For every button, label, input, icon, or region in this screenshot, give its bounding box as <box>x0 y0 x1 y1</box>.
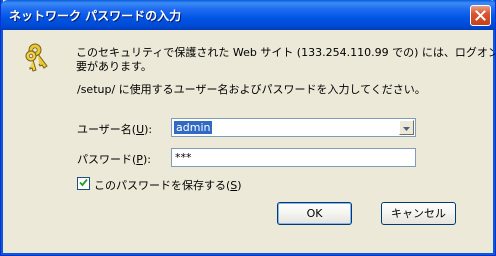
password-label: パスワード(P): <box>77 153 151 166</box>
password-dialog: ネットワーク パスワードの入力 このセキュリティで保護された Web サイト (… <box>0 0 496 256</box>
window-title: ネットワーク パスワードの入力 <box>9 9 182 23</box>
password-input[interactable]: *** <box>171 148 416 167</box>
close-button[interactable] <box>470 5 491 26</box>
ok-button[interactable]: OK <box>277 202 352 225</box>
title-bar[interactable]: ネットワーク パスワードの入力 <box>1 0 495 30</box>
username-value[interactable]: admin <box>174 121 213 134</box>
message-line-1: このセキュリティで保護された Web サイト (133.254.110.99 で… <box>76 46 496 59</box>
message-line-2: 要があります。 <box>76 60 152 73</box>
dialog-message: このセキュリティで保護された Web サイト (133.254.110.99 で… <box>76 46 496 74</box>
chevron-down-icon <box>403 121 410 134</box>
username-label: ユーザー名(U): <box>77 123 153 136</box>
cancel-button[interactable]: キャンセル <box>381 202 456 225</box>
username-dropdown-button[interactable] <box>399 120 414 135</box>
save-password-label[interactable]: このパスワードを保存する(S) <box>94 177 242 193</box>
username-combobox[interactable]: admin <box>171 118 416 137</box>
close-icon <box>475 10 486 21</box>
check-icon <box>79 177 88 190</box>
save-password-checkbox[interactable] <box>77 177 90 190</box>
instruction-text: /setup/ に使用するユーザー名およびパスワードを入力してください。 <box>77 83 426 96</box>
keys-icon <box>23 40 55 72</box>
